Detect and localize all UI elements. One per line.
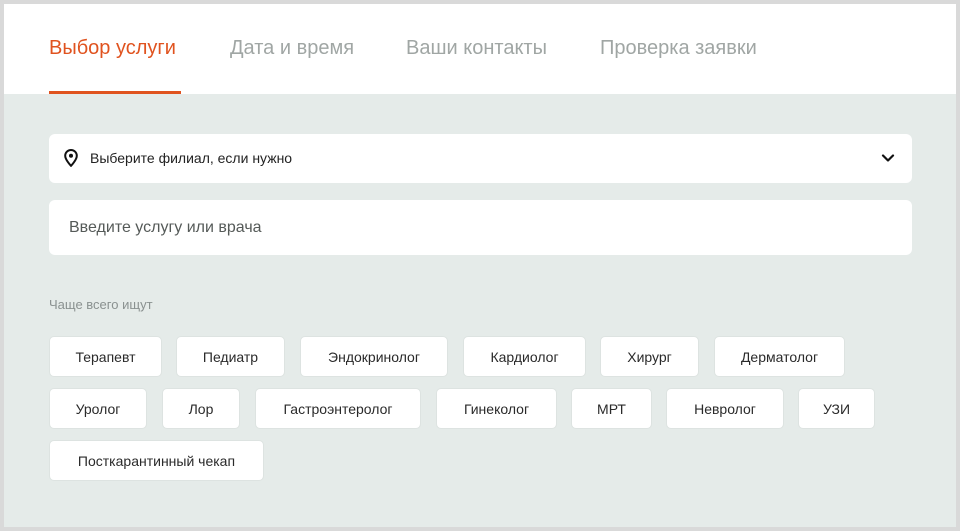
tab-date-time[interactable]: Дата и время bbox=[230, 37, 354, 60]
tab-service[interactable]: Выбор услуги bbox=[49, 37, 176, 60]
chip-mri[interactable]: МРТ bbox=[571, 388, 652, 429]
map-pin-icon bbox=[64, 149, 78, 167]
chip-endocrinologist[interactable]: Эндокринолог bbox=[300, 336, 448, 377]
chip-cardiologist[interactable]: Кардиолог bbox=[463, 336, 586, 377]
search-input[interactable] bbox=[49, 200, 912, 255]
chip-neurologist[interactable]: Невролог bbox=[666, 388, 784, 429]
chip-surgeon[interactable]: Хирург bbox=[600, 336, 699, 377]
chip-urologist[interactable]: Уролог bbox=[49, 388, 147, 429]
chip-post-quarantine-checkup[interactable]: Посткарантинный чекап bbox=[49, 440, 264, 481]
active-tab-indicator bbox=[49, 91, 181, 94]
step-tabs: Выбор услуги Дата и время Ваши контакты … bbox=[4, 4, 956, 94]
chip-gastroenterologist[interactable]: Гастроэнтеролог bbox=[255, 388, 421, 429]
popular-label: Чаще всего ищут bbox=[49, 297, 153, 312]
chip-dermatologist[interactable]: Дерматолог bbox=[714, 336, 845, 377]
booking-frame: Выбор услуги Дата и время Ваши контакты … bbox=[0, 0, 960, 531]
branch-select-label: Выберите филиал, если нужно bbox=[90, 150, 293, 166]
chip-ent[interactable]: Лор bbox=[162, 388, 240, 429]
chip-gynecologist[interactable]: Гинеколог bbox=[436, 388, 557, 429]
chevron-down-icon[interactable] bbox=[881, 151, 895, 165]
tab-review[interactable]: Проверка заявки bbox=[600, 37, 757, 60]
chip-pediatrician[interactable]: Педиатр bbox=[176, 336, 285, 377]
tab-contacts[interactable]: Ваши контакты bbox=[406, 37, 547, 60]
search-box bbox=[49, 200, 912, 255]
chip-therapist[interactable]: Терапевт bbox=[49, 336, 162, 377]
branch-select[interactable]: Выберите филиал, если нужно bbox=[49, 134, 912, 183]
chip-ultrasound[interactable]: УЗИ bbox=[798, 388, 875, 429]
